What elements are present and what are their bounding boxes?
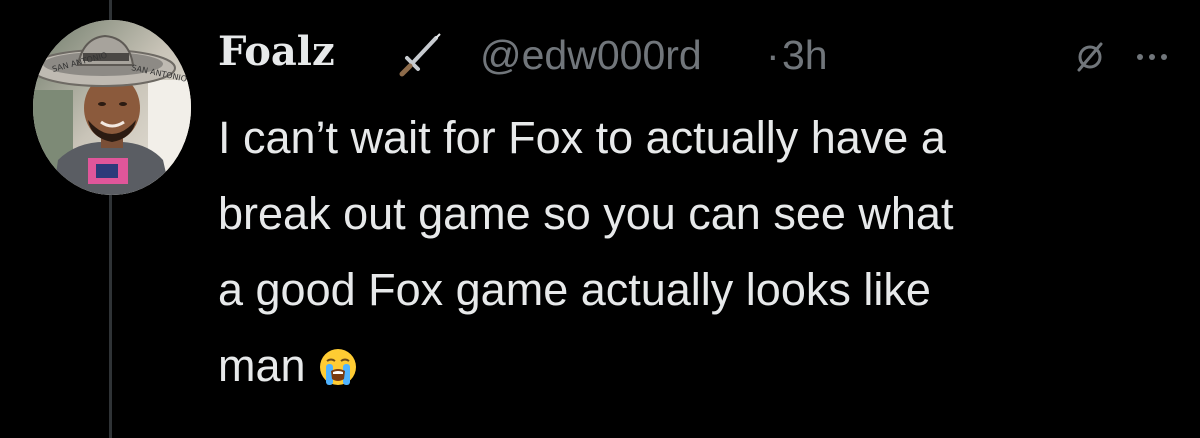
- user-handle[interactable]: @edw000rd: [480, 32, 702, 79]
- dagger-icon: [396, 30, 444, 78]
- display-name[interactable]: Foalz: [218, 28, 335, 75]
- tweet-text-line: break out game so you can see what: [218, 188, 954, 239]
- tweet-text-line: I can’t wait for Fox to actually have a: [218, 112, 946, 163]
- tweet-text-last-line: man: [218, 328, 1178, 404]
- loudly-crying-face-icon: [318, 334, 358, 385]
- separator-dot: ·: [766, 32, 780, 78]
- tweet-text-line: a good Fox game actually looks like: [218, 264, 931, 315]
- timestamp[interactable]: 3h: [782, 32, 828, 79]
- avatar[interactable]: SAN ANTONIO SAN ANTONIO: [33, 20, 191, 195]
- tweet-text-line: man: [218, 340, 306, 391]
- null-icon[interactable]: [1073, 40, 1107, 74]
- tweet-header: Foalz @edw000rd · 3h: [218, 26, 1178, 96]
- tweet-text: I can’t wait for Fox to actually have a …: [218, 100, 1178, 404]
- more-icon[interactable]: [1132, 40, 1172, 74]
